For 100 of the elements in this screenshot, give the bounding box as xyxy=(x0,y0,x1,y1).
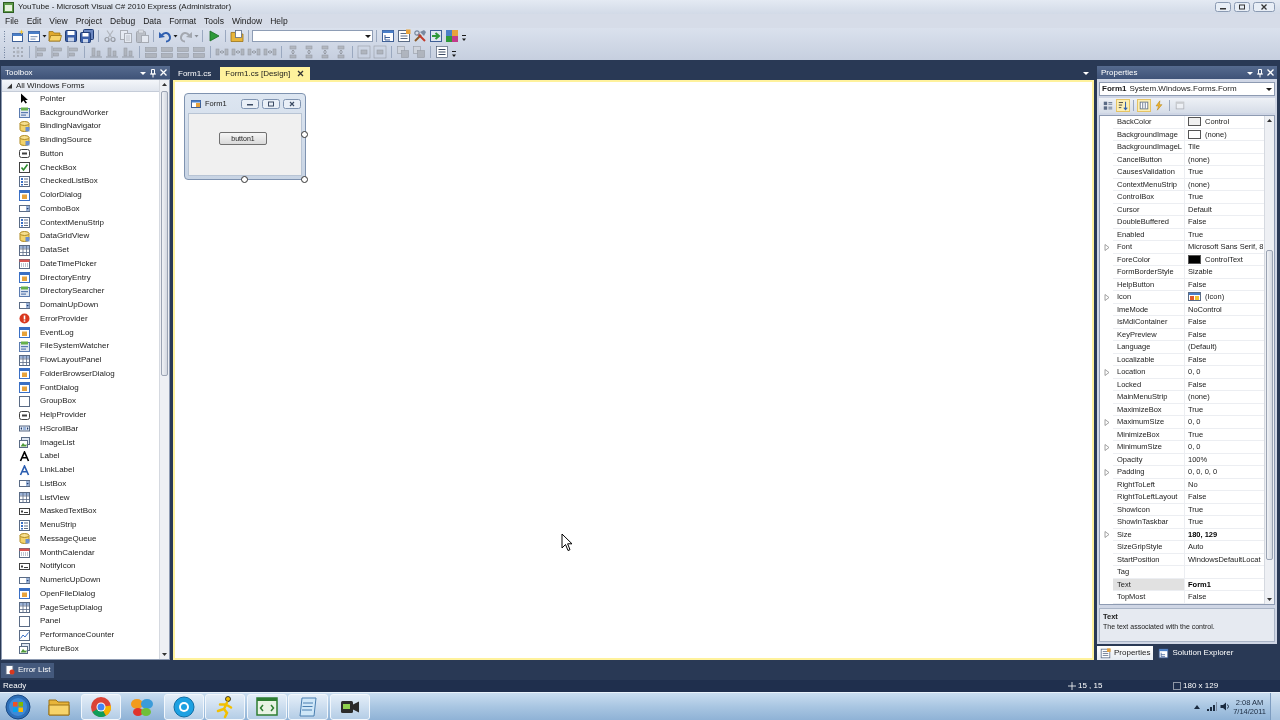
pin-icon[interactable] xyxy=(149,67,157,78)
toolbox-item[interactable]: Label xyxy=(2,449,159,464)
toolbox-item[interactable]: NotifyIcon xyxy=(2,559,159,574)
menu-item[interactable]: View xyxy=(45,16,72,26)
object-selector[interactable]: Form1 System.Windows.Forms.Form xyxy=(1099,82,1275,96)
close-icon[interactable] xyxy=(1253,2,1275,12)
toolbox-item[interactable]: LinkLabel xyxy=(2,463,159,477)
toolbox-item[interactable]: BindingSource xyxy=(2,133,159,147)
taskbar-button[interactable] xyxy=(329,693,370,720)
toolbox-item[interactable]: CheckedListBox xyxy=(2,174,159,189)
resize-handle[interactable] xyxy=(241,176,248,183)
toolbox-item[interactable]: CheckBox xyxy=(2,160,159,175)
toolbox-item[interactable]: ImageList xyxy=(2,435,159,450)
close-icon[interactable] xyxy=(1266,67,1275,78)
expand-arrow-icon[interactable] xyxy=(6,81,13,90)
toolbox-item[interactable]: HScrollBar xyxy=(2,422,159,436)
toolbox-item[interactable]: ListBox xyxy=(2,477,159,491)
menu-item[interactable]: Edit xyxy=(22,16,46,26)
toolbox-item[interactable]: ColorDialog xyxy=(2,188,159,202)
property-sheet-icon[interactable] xyxy=(397,29,411,43)
menu-item[interactable]: Format xyxy=(165,16,201,26)
grip-icon[interactable] xyxy=(3,29,7,43)
toolbox-item[interactable]: MonthCalendar xyxy=(2,545,159,560)
close-icon[interactable] xyxy=(296,69,306,78)
toolbox-item[interactable]: Button xyxy=(2,147,159,161)
undo-icon[interactable] xyxy=(158,29,172,43)
volume-icon[interactable] xyxy=(1220,702,1231,711)
tools-icon[interactable] xyxy=(413,29,427,43)
window-sparkle-icon[interactable] xyxy=(11,29,25,43)
toolbox-item[interactable]: GroupBox xyxy=(2,394,159,409)
toolbox-item[interactable]: OpenFileDialog xyxy=(2,587,159,601)
menu-item[interactable]: Data xyxy=(139,16,166,26)
document-tab[interactable]: Form1.cs xyxy=(173,67,217,80)
toolbox-item[interactable]: DirectoryEntry xyxy=(2,270,159,285)
menu-item[interactable]: File xyxy=(1,16,23,26)
error-list-tab[interactable]: Error List xyxy=(1,662,55,678)
toolbox-item[interactable]: FlowLayoutPanel xyxy=(2,353,159,367)
form-icon[interactable] xyxy=(27,29,41,43)
toolbox-item[interactable]: ErrorProvider xyxy=(2,312,159,326)
folder-page-icon[interactable] xyxy=(230,29,244,43)
document-tab[interactable]: Form1.cs [Design] xyxy=(220,67,311,80)
lightning-icon[interactable] xyxy=(1152,99,1166,112)
page-arrow-icon[interactable] xyxy=(429,29,443,43)
toolbox-item[interactable]: ComboBox xyxy=(2,202,159,216)
scroll-up-icon[interactable] xyxy=(1265,116,1274,125)
toolbox-item[interactable]: DomainUpDown xyxy=(2,298,159,312)
window-tree-icon[interactable] xyxy=(381,29,395,43)
menu-item[interactable]: Project xyxy=(71,16,107,26)
toolbox-item[interactable]: HelpProvider xyxy=(2,408,159,422)
toolbox-item[interactable]: DataGridView xyxy=(2,229,159,244)
toolbox-item[interactable]: PerformanceCounter xyxy=(2,628,159,642)
save-icon[interactable] xyxy=(64,29,78,43)
toolbox-item[interactable]: DirectorySearcher xyxy=(2,284,159,299)
panel-tab[interactable]: Solution Explorer xyxy=(1155,646,1237,660)
toolbox-item[interactable]: FontDialog xyxy=(2,380,159,395)
toolbox-item[interactable]: ContextMenuStrip xyxy=(2,215,159,230)
toolbox-item[interactable]: PageSetupDialog xyxy=(2,600,159,615)
menu-item[interactable]: Tools xyxy=(200,16,228,26)
restore-icon[interactable] xyxy=(1234,2,1250,12)
toolbox-item[interactable]: NumericUpDown xyxy=(2,573,159,587)
toolbox-item[interactable]: FolderBrowserDialog xyxy=(2,367,159,381)
resize-handle[interactable] xyxy=(301,176,308,183)
menu-item[interactable]: Help xyxy=(266,16,292,26)
toolbox-item[interactable]: DataSet xyxy=(2,243,159,257)
signal-icon[interactable] xyxy=(1207,702,1218,711)
close-icon[interactable] xyxy=(159,67,168,78)
resize-handle[interactable] xyxy=(301,131,308,138)
save-all-icon[interactable] xyxy=(80,29,94,43)
start-icon[interactable] xyxy=(5,693,31,720)
scrollbar[interactable] xyxy=(1264,116,1274,604)
group-header[interactable]: All Windows Forms xyxy=(2,80,159,92)
menu-item[interactable]: Debug xyxy=(106,16,140,26)
scroll-thumb[interactable] xyxy=(161,91,168,376)
minimize-icon[interactable] xyxy=(1215,2,1231,12)
toolbox-item[interactable]: EventLog xyxy=(2,325,159,340)
sort-icon[interactable] xyxy=(1116,99,1130,112)
toolbox-item[interactable]: MenuStrip xyxy=(2,518,159,532)
toolbox-item[interactable]: BackgroundWorker xyxy=(2,105,159,120)
toolbox-item[interactable]: MaskedTextBox xyxy=(2,504,159,519)
menu-item[interactable]: Window xyxy=(227,16,267,26)
dropdown-field[interactable] xyxy=(252,30,373,42)
colored-blocks-icon[interactable] xyxy=(445,29,459,43)
panel-tab[interactable]: Properties xyxy=(1097,646,1154,660)
toolbox-item[interactable]: PictureBox xyxy=(2,642,159,656)
toolbox-item[interactable]: DateTimePicker xyxy=(2,257,159,271)
show-desktop-button[interactable] xyxy=(1270,693,1280,720)
scrollbar[interactable] xyxy=(159,80,169,659)
toolbox-item[interactable]: BindingNavigator xyxy=(2,119,159,134)
toolbox-item[interactable]: ListView xyxy=(2,490,159,505)
pin-icon[interactable] xyxy=(1256,67,1264,78)
toolbox-item[interactable]: Pointer xyxy=(2,92,159,106)
scroll-thumb[interactable] xyxy=(1266,250,1273,560)
list-icon[interactable] xyxy=(435,45,449,59)
property-list-icon[interactable] xyxy=(1137,99,1151,112)
grip-icon[interactable] xyxy=(3,45,7,59)
scroll-down-icon[interactable] xyxy=(160,650,169,659)
categorized-icon[interactable] xyxy=(1101,99,1115,112)
toolbox-item[interactable]: FileSystemWatcher xyxy=(2,339,159,354)
toolbox-item[interactable]: MessageQueue xyxy=(2,532,159,546)
toolbox-item[interactable]: Panel xyxy=(2,614,159,629)
